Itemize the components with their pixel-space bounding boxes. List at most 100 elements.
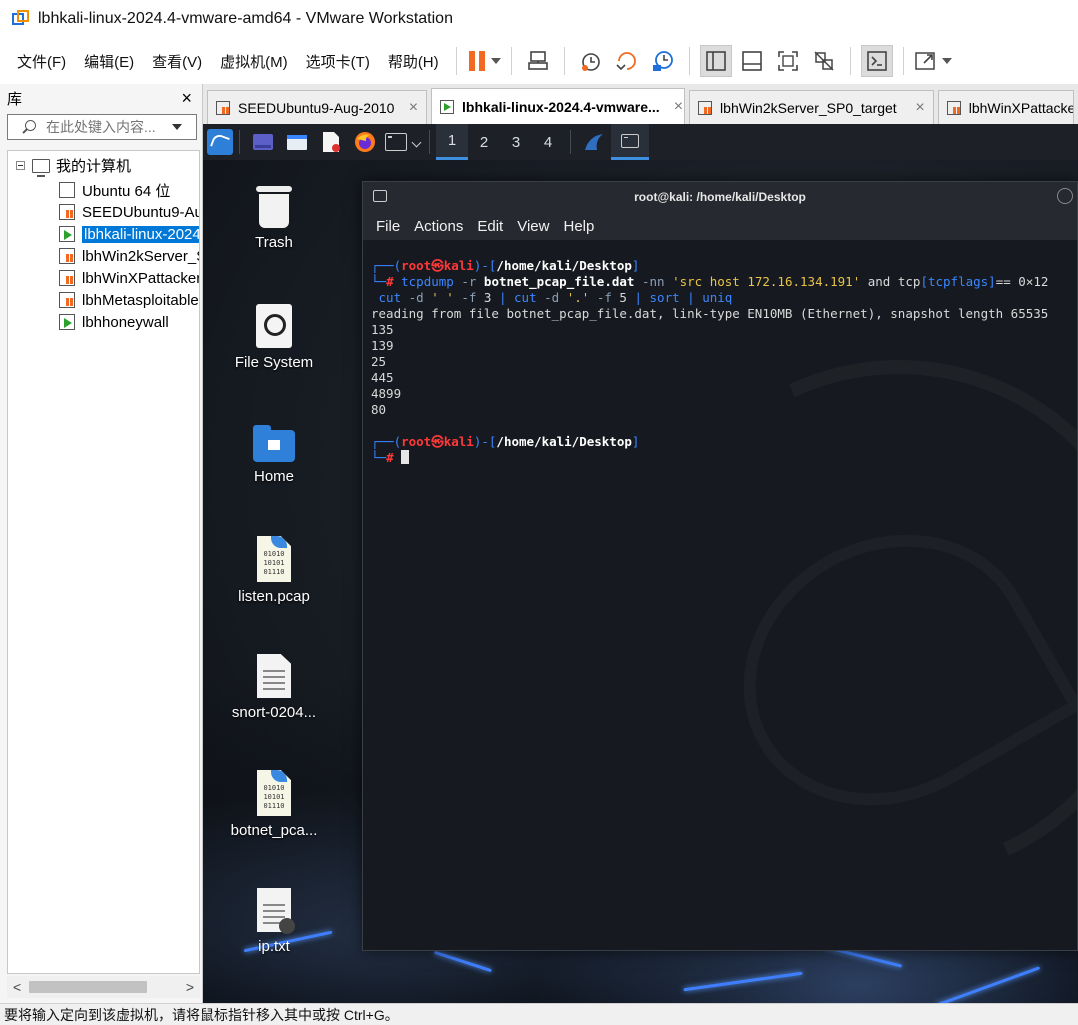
window-title: lbhkali-linux-2024.4-vmware-amd64 - VMwa…: [38, 10, 453, 27]
tab-win2kserver[interactable]: lbhWin2kServer_SP0_target ×: [689, 90, 934, 124]
show-desktop-button[interactable]: [249, 128, 277, 156]
tab-winxpattacker[interactable]: lbhWinXPattacker: [937, 90, 1074, 124]
workspace-2[interactable]: 2: [468, 124, 500, 160]
terminal-menu-file[interactable]: File: [376, 218, 400, 235]
desktop-icon-label: ip.txt: [258, 938, 290, 955]
tab-close-icon[interactable]: ×: [409, 99, 418, 117]
terminal-menu-help[interactable]: Help: [563, 218, 594, 235]
tree-item-vm[interactable]: lbhWinXPattacker: [59, 267, 199, 289]
desktop-icon-botnet-pcap[interactable]: 01010 10101 01110 botnet_pca...: [219, 770, 329, 839]
tree-item-vm[interactable]: lbhMetasploitable: [59, 289, 199, 311]
terminal-title-bar[interactable]: root@kali: /home/kali/Desktop: [363, 182, 1077, 212]
desktop-icon-label: snort-0204...: [231, 704, 317, 721]
collapse-toggle-icon[interactable]: [16, 161, 25, 170]
search-dropdown-icon[interactable]: [172, 124, 182, 130]
unity-mode-button[interactable]: [808, 45, 840, 77]
filesystem-icon: [256, 304, 292, 348]
desktop-icon-ip-txt[interactable]: ip.txt: [219, 888, 329, 955]
snapshot-clock-icon: [581, 53, 600, 71]
show-library-button[interactable]: [699, 45, 732, 77]
terminal-window[interactable]: root@kali: /home/kali/Desktop File Actio…: [362, 181, 1078, 951]
window-control-icon[interactable]: [1057, 188, 1073, 204]
terminal-menu-actions[interactable]: Actions: [414, 218, 463, 235]
terminal-launcher-button[interactable]: [385, 128, 422, 156]
full-screen-button[interactable]: [772, 45, 804, 77]
panel-separator: [429, 130, 430, 154]
terminal-title: root@kali: /home/kali/Desktop: [634, 190, 806, 204]
tree-item-label: lbhMetasploitable: [82, 291, 199, 309]
file-manager-button[interactable]: [283, 128, 311, 156]
text-cursor: [401, 450, 410, 464]
library-horizontal-scrollbar[interactable]: < >: [7, 976, 200, 998]
panel-separator: [239, 130, 240, 154]
firefox-button[interactable]: [351, 128, 379, 156]
library-close-button[interactable]: ×: [181, 88, 192, 109]
workspace-1[interactable]: 1: [436, 124, 468, 160]
desktop-icon-snort[interactable]: snort-0204...: [219, 654, 329, 721]
vm-running-icon: [59, 226, 75, 242]
stretch-guest-button[interactable]: [914, 45, 952, 77]
revert-snapshot-button[interactable]: [611, 45, 643, 77]
vmware-logo-icon: [12, 10, 30, 28]
chevron-down-icon[interactable]: [411, 137, 422, 147]
menu-vm[interactable]: 虚拟机(M): [211, 51, 297, 72]
computer-icon: [32, 158, 50, 177]
workspace-3[interactable]: 3: [500, 124, 532, 160]
kali-menu-dragon-icon[interactable]: [207, 129, 233, 155]
library-title: 库: [7, 90, 23, 108]
desktop-icon-filesystem[interactable]: File System: [219, 304, 329, 371]
wireshark-task-button[interactable]: [580, 128, 608, 156]
workspace-4[interactable]: 4: [532, 124, 564, 160]
tab-label: lbhWinXPattacker: [968, 99, 1074, 116]
terminal-task-button[interactable]: [611, 124, 649, 160]
library-search-input[interactable]: [46, 119, 166, 135]
vm-console-screen[interactable]: 1 2 3 4 Trash File System Home 01010 101…: [203, 124, 1078, 1003]
thumbnail-bar-button[interactable]: [736, 45, 768, 77]
vm-paused-icon: [59, 204, 75, 220]
vm-paused-icon: [59, 270, 75, 286]
menu-tabs[interactable]: 选项卡(T): [297, 51, 379, 72]
pause-dropdown-icon[interactable]: [490, 58, 501, 64]
menu-view[interactable]: 查看(V): [143, 51, 211, 72]
tree-root-my-computer[interactable]: 我的计算机: [16, 155, 131, 177]
take-snapshot-button[interactable]: [575, 45, 607, 77]
tree-item-vm[interactable]: Ubuntu 64 位: [59, 179, 199, 201]
tree-item-vm-selected[interactable]: lbhkali-linux-2024.4-vmware-amd64: [59, 223, 199, 245]
snapshot-manager-button[interactable]: [647, 45, 679, 77]
tab-label: lbhkali-linux-2024.4-vmware...: [462, 98, 660, 115]
desktop-icon-trash[interactable]: Trash: [219, 186, 329, 251]
desktop-icon-home[interactable]: Home: [219, 425, 329, 485]
send-ctrl-alt-del-button[interactable]: [522, 45, 554, 77]
tab-kali[interactable]: lbhkali-linux-2024.4-vmware... ×: [431, 88, 686, 124]
menu-file[interactable]: 文件(F): [0, 51, 75, 72]
terminal-output[interactable]: ┌──(root㉿kali)-[/home/kali/Desktop] └─# t…: [363, 240, 1077, 950]
revert-snapshot-icon: [616, 52, 636, 71]
desktop-icon-label: File System: [234, 354, 314, 371]
terminal-icon: [385, 133, 407, 151]
tree-item-label: lbhhoneywall: [82, 313, 169, 331]
console-view-button[interactable]: [860, 45, 893, 77]
terminal-menu-edit[interactable]: Edit: [477, 218, 503, 235]
text-file-icon: [257, 654, 291, 698]
library-search-box[interactable]: [7, 114, 197, 140]
terminal-menu-view[interactable]: View: [517, 218, 549, 235]
menu-help[interactable]: 帮助(H): [379, 51, 448, 72]
vm-running-icon: [440, 99, 455, 114]
scroll-left-arrow-icon[interactable]: <: [13, 979, 21, 995]
menu-edit[interactable]: 编辑(E): [75, 51, 143, 72]
tree-item-vm[interactable]: lbhhoneywall: [59, 311, 199, 333]
tab-close-icon[interactable]: ×: [915, 99, 924, 117]
tree-item-vm[interactable]: lbhWin2kServer_SP0_target: [59, 245, 199, 267]
vmware-workstation-window: lbhkali-linux-2024.4-vmware-amd64 - VMwa…: [0, 0, 1078, 1025]
stretch-dropdown-icon[interactable]: [941, 58, 952, 64]
pause-button[interactable]: [467, 45, 501, 77]
tree-item-vm[interactable]: SEEDUbuntu9-Aug-2010: [59, 201, 199, 223]
scroll-right-arrow-icon[interactable]: >: [186, 979, 194, 995]
desktop-icon-listen-pcap[interactable]: 01010 10101 01110 listen.pcap: [219, 536, 329, 605]
text-editor-button[interactable]: [317, 128, 345, 156]
tab-close-icon[interactable]: ×: [674, 98, 683, 116]
library-tree: 我的计算机 Ubuntu 64 位 SEEDUbuntu9-Aug-2010 l…: [7, 150, 200, 974]
scrollbar-thumb[interactable]: [29, 981, 147, 993]
vm-paused-icon: [59, 248, 75, 264]
tab-seedubuntu[interactable]: SEEDUbuntu9-Aug-2010 ×: [207, 90, 428, 124]
